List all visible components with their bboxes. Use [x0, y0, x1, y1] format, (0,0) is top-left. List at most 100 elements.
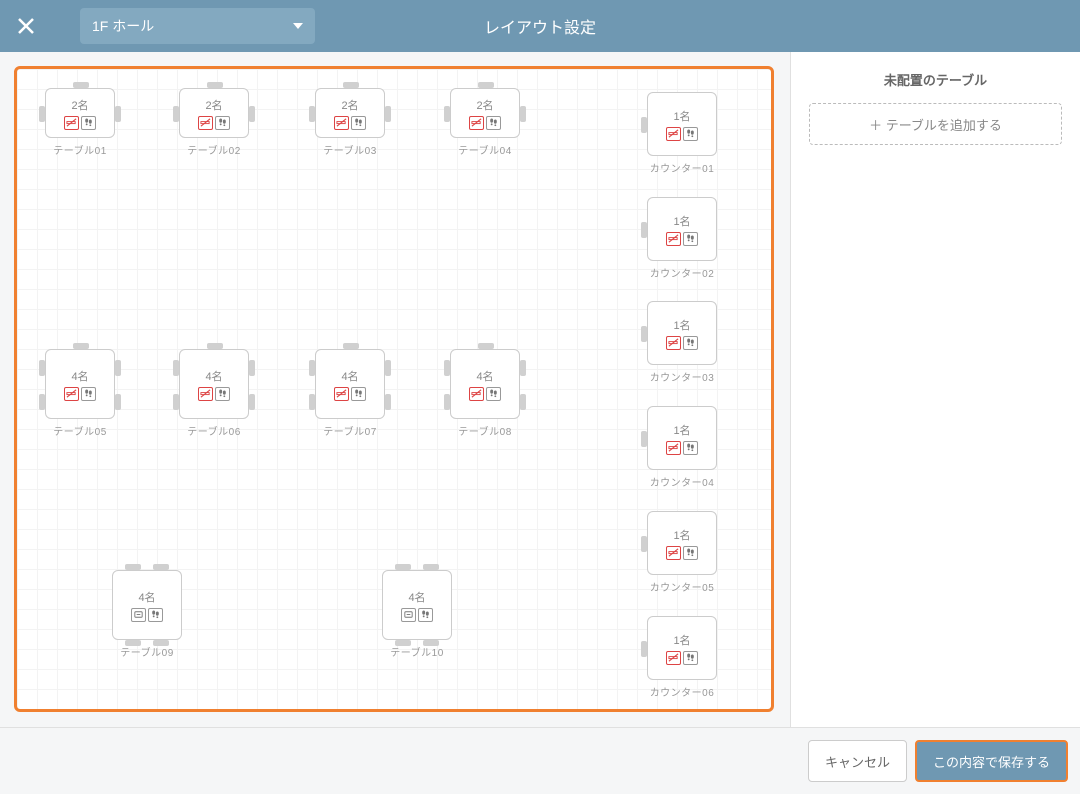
seat-stub	[249, 394, 255, 410]
seat-stub	[153, 640, 169, 646]
table-capacity: 1名	[673, 422, 690, 438]
floor-select[interactable]: 1F ホール	[80, 8, 315, 44]
table-icons	[666, 232, 698, 246]
table-label: テーブル03	[323, 142, 377, 157]
table-icons	[401, 608, 433, 622]
seat-stub	[173, 360, 179, 376]
seat-stub	[478, 343, 494, 349]
table-item[interactable]: 1名カウンター02	[647, 197, 717, 280]
table-item[interactable]: 4名テーブル09	[112, 570, 182, 659]
seat-stub	[520, 360, 526, 376]
table-box: 4名	[382, 570, 452, 640]
footprint-icon	[418, 608, 433, 622]
seat-stub	[249, 360, 255, 376]
footprint-icon	[683, 127, 698, 141]
table-icons	[334, 116, 366, 130]
table-item[interactable]: 4名テーブル05	[45, 349, 115, 438]
table-item[interactable]: 2名テーブル03	[315, 88, 385, 157]
table-item[interactable]: 2名テーブル04	[450, 88, 520, 157]
table-item[interactable]: 1名カウンター03	[647, 301, 717, 384]
table-label: カウンター06	[650, 684, 715, 699]
seat-stub	[309, 360, 315, 376]
no-smoking-icon	[64, 116, 79, 130]
add-table-button[interactable]: ＋ テーブルを追加する	[809, 103, 1062, 145]
seat-stub	[423, 640, 439, 646]
table-item[interactable]: 1名カウンター06	[647, 616, 717, 699]
footprint-icon	[486, 387, 501, 401]
table-capacity: 1名	[673, 317, 690, 333]
table-item[interactable]: 2名テーブル01	[45, 88, 115, 157]
table-item[interactable]: 1名カウンター04	[647, 406, 717, 489]
footprint-icon	[683, 546, 698, 560]
footprint-icon	[81, 116, 96, 130]
no-smoking-icon	[198, 116, 213, 130]
table-label: カウンター05	[650, 579, 715, 594]
table-icons	[64, 387, 96, 401]
header: 1F ホール レイアウト設定	[0, 0, 1080, 52]
seat-stub	[73, 82, 89, 88]
table-label: テーブル10	[390, 644, 444, 659]
no-smoking-icon	[64, 387, 79, 401]
seat-stub	[153, 564, 169, 570]
layout-canvas[interactable]: 2名テーブル012名テーブル022名テーブル032名テーブル044名テーブル05…	[14, 66, 774, 712]
table-box: 1名	[647, 197, 717, 261]
table-icons	[666, 127, 698, 141]
table-item[interactable]: 4名テーブル08	[450, 349, 520, 438]
table-box: 4名	[450, 349, 520, 419]
table-item[interactable]: 1名カウンター01	[647, 92, 717, 175]
table-box: 2名	[450, 88, 520, 138]
close-button[interactable]	[0, 0, 52, 52]
seat-stub	[207, 343, 223, 349]
table-item[interactable]: 4名テーブル06	[179, 349, 249, 438]
table-box: 1名	[647, 92, 717, 156]
footprint-icon	[683, 336, 698, 350]
seat-stub	[115, 360, 121, 376]
seat-stub	[39, 394, 45, 410]
seat-stub	[343, 343, 359, 349]
table-label: カウンター03	[650, 369, 715, 384]
table-box: 4名	[45, 349, 115, 419]
table-capacity: 4名	[476, 368, 493, 384]
table-item[interactable]: 4名テーブル10	[382, 570, 452, 659]
table-capacity: 1名	[673, 527, 690, 543]
table-box: 1名	[647, 406, 717, 470]
table-box: 4名	[315, 349, 385, 419]
table-icons	[198, 387, 230, 401]
seat-stub	[641, 222, 647, 238]
cancel-label: キャンセル	[825, 752, 890, 771]
table-capacity: 4名	[138, 589, 155, 605]
no-smoking-icon	[334, 387, 349, 401]
table-box: 1名	[647, 616, 717, 680]
no-smoking-icon	[469, 387, 484, 401]
table-icons	[666, 651, 698, 665]
seat-stub	[207, 82, 223, 88]
seat-stub	[73, 343, 89, 349]
table-box: 4名	[179, 349, 249, 419]
table-capacity: 4名	[341, 368, 358, 384]
seat-stub	[173, 394, 179, 410]
footprint-icon	[351, 387, 366, 401]
charge-icon	[131, 608, 146, 622]
table-label: カウンター01	[650, 160, 715, 175]
table-box: 2名	[179, 88, 249, 138]
table-label: テーブル08	[458, 423, 512, 438]
footer: キャンセル この内容で保存する	[0, 727, 1080, 794]
no-smoking-icon	[469, 116, 484, 130]
table-capacity: 4名	[71, 368, 88, 384]
seat-stub	[309, 106, 315, 122]
table-icons	[469, 116, 501, 130]
seat-stub	[641, 431, 647, 447]
seat-stub	[641, 536, 647, 552]
seat-stub	[385, 360, 391, 376]
save-button[interactable]: この内容で保存する	[915, 740, 1068, 782]
seat-stub	[423, 564, 439, 570]
cancel-button[interactable]: キャンセル	[808, 740, 907, 782]
charge-icon	[401, 608, 416, 622]
table-item[interactable]: 4名テーブル07	[315, 349, 385, 438]
seat-stub	[641, 117, 647, 133]
seat-stub	[444, 360, 450, 376]
table-item[interactable]: 1名カウンター05	[647, 511, 717, 594]
no-smoking-icon	[666, 651, 681, 665]
table-capacity: 2名	[476, 97, 493, 113]
table-item[interactable]: 2名テーブル02	[179, 88, 249, 157]
